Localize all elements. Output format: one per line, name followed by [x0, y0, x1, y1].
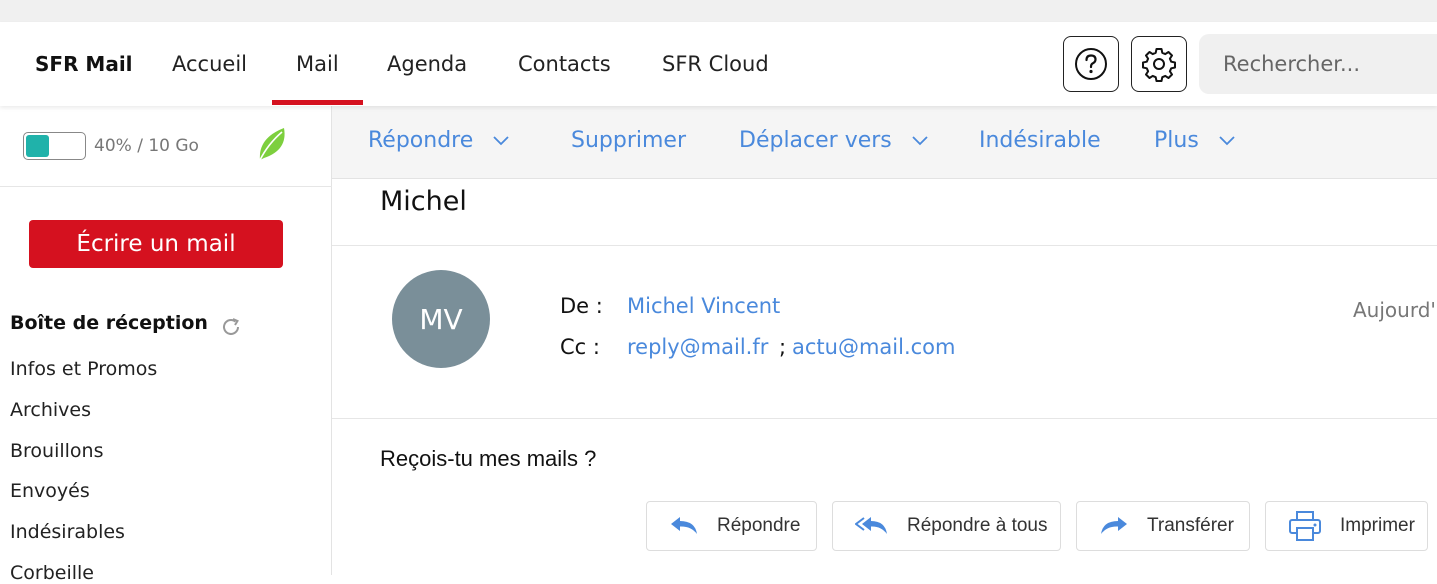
- search-input[interactable]: [1199, 34, 1437, 94]
- chevron-down-icon: [1219, 136, 1235, 146]
- storage-quota-text: 40% / 10 Go: [94, 136, 199, 156]
- reply-all-button[interactable]: Répondre à tous: [832, 501, 1061, 551]
- nav-contacts[interactable]: Contacts: [518, 52, 611, 76]
- toolbar-move-button[interactable]: Déplacer vers: [739, 128, 928, 153]
- reply-button[interactable]: Répondre: [646, 501, 817, 551]
- header-divider: [332, 418, 1437, 419]
- folder-inbox[interactable]: Boîte de réception: [10, 312, 208, 334]
- subject-divider: [332, 245, 1437, 246]
- toolbar-spam-button[interactable]: Indésirable: [979, 128, 1101, 153]
- brand-logo[interactable]: SFR Mail: [35, 52, 133, 76]
- active-nav-indicator: [272, 100, 363, 105]
- folder-sent[interactable]: Envoyés: [10, 480, 90, 502]
- printer-icon: [1289, 511, 1321, 541]
- refresh-icon[interactable]: [220, 316, 242, 338]
- compose-button[interactable]: Écrire un mail: [29, 220, 283, 268]
- cc-address-link[interactable]: reply@mail.fr: [627, 335, 768, 359]
- reply-all-icon: [855, 517, 887, 534]
- settings-button[interactable]: [1131, 36, 1187, 92]
- folder-trash[interactable]: Corbeille: [10, 562, 94, 584]
- cc-address-link[interactable]: actu@mail.com: [792, 335, 955, 359]
- reply-button-label: Répondre: [717, 515, 801, 536]
- folder-spam[interactable]: Indésirables: [10, 521, 125, 543]
- nav-accueil[interactable]: Accueil: [172, 52, 247, 76]
- print-button[interactable]: Imprimer: [1265, 501, 1428, 551]
- folder-drafts[interactable]: Brouillons: [10, 440, 104, 462]
- toolbar-reply-button[interactable]: Répondre: [368, 128, 509, 153]
- cc-label: Cc :: [560, 335, 600, 359]
- forward-icon: [1101, 517, 1127, 534]
- sender-name-link[interactable]: Michel Vincent: [627, 294, 780, 318]
- cc-separator: ;: [779, 335, 787, 359]
- help-icon: [1075, 48, 1107, 80]
- storage-quota-fill: [26, 135, 49, 157]
- toolbar-move-label: Déplacer vers: [739, 128, 892, 153]
- toolbar-more-button[interactable]: Plus: [1154, 128, 1235, 153]
- storage-quota-bar: [23, 132, 86, 160]
- message-toolbar: Répondre Supprimer Déplacer vers Indésir…: [332, 106, 1437, 179]
- reply-icon: [671, 517, 697, 534]
- reply-all-button-label: Répondre à tous: [907, 515, 1048, 536]
- sidebar-divider: [0, 186, 332, 187]
- forward-button[interactable]: Transférer: [1076, 501, 1250, 551]
- folder-infos-promos[interactable]: Infos et Promos: [10, 358, 157, 380]
- top-header: SFR Mail Accueil Mail Agenda Contacts SF…: [0, 22, 1437, 106]
- toolbar-more-label: Plus: [1154, 128, 1199, 153]
- browser-top-strip: [0, 0, 1437, 22]
- nav-mail[interactable]: Mail: [296, 52, 339, 76]
- chevron-down-icon: [912, 136, 928, 146]
- eco-leaf-icon[interactable]: [254, 124, 290, 164]
- folder-archives[interactable]: Archives: [10, 399, 91, 421]
- toolbar-reply-label: Répondre: [368, 128, 474, 153]
- message-body: Reçois-tu mes mails ?: [380, 446, 597, 471]
- from-label: De :: [560, 294, 603, 318]
- nav-agenda[interactable]: Agenda: [387, 52, 467, 76]
- nav-sfr-cloud[interactable]: SFR Cloud: [662, 52, 769, 76]
- help-button[interactable]: [1063, 36, 1119, 92]
- gear-icon: [1142, 48, 1176, 82]
- sidebar: 40% / 10 Go Écrire un mail Boîte de réce…: [0, 106, 332, 584]
- message-subject: Michel: [380, 186, 467, 217]
- print-button-label: Imprimer: [1340, 515, 1415, 536]
- chevron-down-icon: [493, 136, 509, 146]
- sender-avatar: MV: [392, 270, 490, 368]
- forward-button-label: Transférer: [1147, 515, 1234, 536]
- toolbar-delete-button[interactable]: Supprimer: [571, 128, 686, 153]
- message-date: Aujourd': [1353, 298, 1436, 322]
